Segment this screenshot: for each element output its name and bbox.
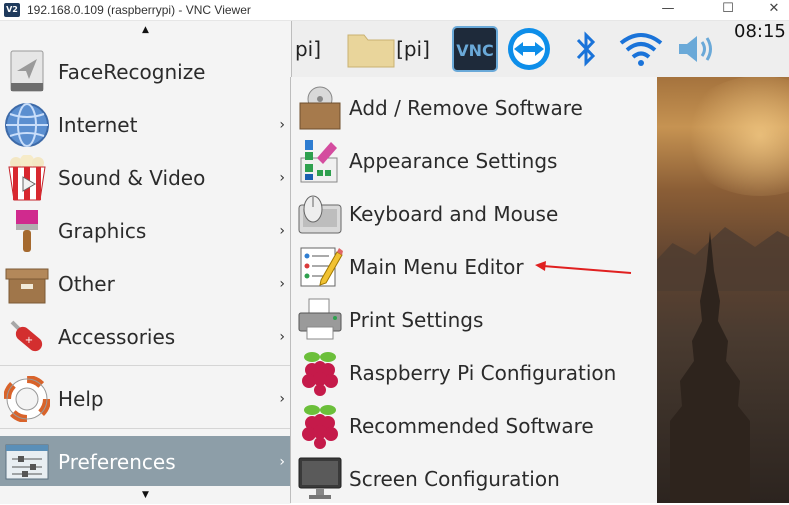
speaker-icon <box>679 36 712 62</box>
taskbar-folder-button[interactable]: [pi] <box>338 21 438 77</box>
teamviewer-tray-button[interactable] <box>504 21 554 77</box>
menu-item-other[interactable]: Other › <box>0 258 291 310</box>
menu-item-preferences[interactable]: Preferences › <box>0 436 291 488</box>
annotation-arrow-icon <box>535 261 632 274</box>
submenu-item-add-remove-software[interactable]: Add / Remove Software <box>291 81 657 134</box>
printer-icon <box>297 297 343 343</box>
package-cd-icon <box>297 85 343 131</box>
chevron-right-icon: › <box>279 329 285 345</box>
color-swatch-icon <box>297 138 343 184</box>
menu-item-help[interactable]: Help › <box>0 373 291 425</box>
menu-scroll-up[interactable]: ▲ <box>0 21 291 39</box>
menu-item-label: Graphics <box>58 219 147 243</box>
wallpaper-glow <box>680 76 789 196</box>
submenu-item-appearance-settings[interactable]: Appearance Settings <box>291 134 657 187</box>
chevron-right-icon: › <box>279 223 285 239</box>
submenu-item-print-settings[interactable]: Print Settings <box>291 293 657 346</box>
menu-item-internet[interactable]: Internet › <box>0 99 291 151</box>
chevron-right-icon: › <box>279 170 285 186</box>
popcorn-icon <box>4 155 50 201</box>
chevron-right-icon: › <box>279 117 285 133</box>
preferences-submenu: Add / Remove Software Appearance Setting… <box>290 77 657 503</box>
submenu-item-label: Print Settings <box>349 307 484 332</box>
teamviewer-icon <box>508 28 550 70</box>
menu-item-label: Help <box>58 387 104 411</box>
menu-scroll-down[interactable]: ▼ <box>0 486 291 504</box>
menu-item-label: Internet <box>58 113 138 137</box>
window-title: 192.168.0.109 (raspberrypi) - VNC Viewer <box>27 3 251 17</box>
monitor-icon <box>297 456 343 502</box>
menu-editor-icon <box>297 244 343 290</box>
submenu-item-label: Recommended Software <box>349 413 594 438</box>
vnc-tray-button[interactable]: VNC <box>450 21 500 77</box>
submenu-item-label: Main Menu Editor <box>349 254 524 279</box>
bluetooth-icon <box>576 31 596 67</box>
svg-text:+: + <box>25 335 33 346</box>
vnc-icon: VNC <box>452 26 498 72</box>
submenu-item-label: Raspberry Pi Configuration <box>349 360 617 385</box>
vnc-logo-icon: V2 <box>4 3 20 17</box>
menu-item-facerecognize[interactable]: FaceRecognize <box>0 46 291 98</box>
minimize-button[interactable]: — <box>648 0 688 20</box>
menu-item-label: FaceRecognize <box>58 60 206 84</box>
submenu-item-label: Appearance Settings <box>349 148 558 173</box>
submenu-item-keyboard-mouse[interactable]: Keyboard and Mouse <box>291 187 657 240</box>
chevron-right-icon: › <box>279 454 285 470</box>
bluetooth-tray-button[interactable] <box>566 21 606 77</box>
vnc-title-bar: V2 192.168.0.109 (raspberrypi) - VNC Vie… <box>0 0 789 21</box>
submenu-item-label: Keyboard and Mouse <box>349 201 559 226</box>
taskbar-window-button[interactable]: pi] <box>290 21 326 77</box>
keyboard-mouse-icon <box>297 191 343 237</box>
settings-sliders-icon <box>4 439 50 485</box>
taskbar-panel: pi] [pi] VNC <box>290 21 789 77</box>
chevron-right-icon: › <box>279 276 285 292</box>
submenu-item-recommended-software[interactable]: Recommended Software <box>291 399 657 452</box>
taskbar-window-label: pi] <box>294 37 322 61</box>
menu-item-label: Other <box>58 272 115 296</box>
submenu-item-label: Add / Remove Software <box>349 95 583 120</box>
wifi-tray-button[interactable] <box>616 21 666 77</box>
folder-icon <box>347 34 395 68</box>
wifi-icon <box>619 33 663 66</box>
pagoda-silhouette <box>670 231 750 503</box>
paper-plane-icon <box>4 49 50 95</box>
raspberry-icon <box>297 350 343 396</box>
maximize-button[interactable]: ☐ <box>708 0 748 20</box>
menu-separator <box>0 365 291 366</box>
taskbar-folder-label: [pi] <box>396 37 430 61</box>
menu-item-label: Preferences <box>58 450 176 474</box>
box-icon <box>4 261 50 307</box>
menu-item-label: Accessories <box>58 325 176 349</box>
submenu-item-label: Screen Configuration <box>349 466 560 491</box>
menu-item-graphics[interactable]: Graphics › <box>0 205 291 257</box>
raspberry-icon <box>297 403 343 449</box>
submenu-item-screen-configuration[interactable]: Screen Configuration <box>291 452 657 505</box>
menu-item-label: Sound & Video <box>58 166 206 190</box>
close-button[interactable]: ✕ <box>754 0 789 20</box>
globe-icon <box>4 102 50 148</box>
menu-item-sound-video[interactable]: Sound & Video › <box>0 152 291 204</box>
volume-tray-button[interactable] <box>672 21 722 77</box>
menu-separator <box>0 428 291 429</box>
panel-clock[interactable]: 08:15 <box>734 21 786 77</box>
main-menu: ▲ FaceRecognize Internet › Sound & Video… <box>0 21 292 504</box>
paintbrush-icon <box>4 208 50 254</box>
menu-item-accessories[interactable]: + Accessories › <box>0 311 291 363</box>
lifebuoy-icon <box>4 376 50 422</box>
svg-text:VNC: VNC <box>456 41 494 60</box>
submenu-item-raspberry-pi-configuration[interactable]: Raspberry Pi Configuration <box>291 346 657 399</box>
swiss-knife-icon: + <box>4 314 50 360</box>
chevron-right-icon: › <box>279 391 285 407</box>
